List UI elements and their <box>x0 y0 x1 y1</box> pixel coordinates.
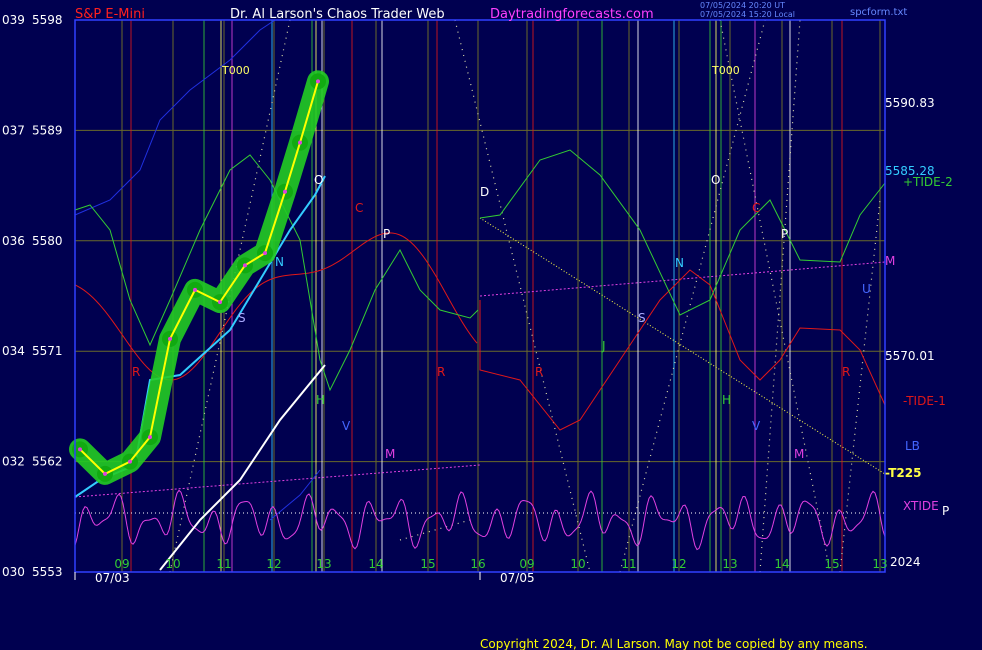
event-marker: R <box>437 365 445 379</box>
hour-tick-label: 10 <box>165 557 180 571</box>
lb-label: LB <box>905 439 920 453</box>
price-tick-label: 5598 <box>32 13 63 27</box>
price-line <box>79 81 319 476</box>
price-point <box>148 435 152 440</box>
angle-tick-label: 039 <box>2 13 25 27</box>
price-point <box>218 300 222 305</box>
copyright: Copyright 2024, Dr. Al Larson. May not b… <box>480 637 868 650</box>
blue-curve <box>74 19 276 216</box>
event-marker: S <box>238 311 246 325</box>
site-url: Daytradingforecasts.com <box>490 7 654 22</box>
event-marker: N <box>275 255 284 269</box>
price-tick-label: 5589 <box>32 123 63 137</box>
file-name: spcform.txt <box>850 7 907 18</box>
angle-tick-label: 032 <box>2 455 25 469</box>
hour-tick-label: 14 <box>368 557 383 571</box>
hour-tick-label: 13 <box>722 557 737 571</box>
event-marker: H <box>722 393 731 407</box>
price-point <box>128 459 132 464</box>
chaos-chart: S&P E-Mini Dr. Al Larson's Chaos Trader W… <box>2 1 953 650</box>
right-p-label: P <box>942 504 949 518</box>
event-marker: O <box>314 173 323 187</box>
event-marker: P <box>781 227 788 241</box>
event-marker: P <box>383 227 390 241</box>
price-point <box>78 447 82 452</box>
hour-tick-label: 10 <box>570 557 585 571</box>
diagonal-dots <box>719 19 831 573</box>
event-marker: R <box>132 365 140 379</box>
red-tide-curve-right <box>479 269 886 431</box>
right-u-label: U <box>862 282 871 296</box>
event-marker: D <box>480 185 489 199</box>
site-title: Dr. Al Larson's Chaos Trader Web <box>230 7 445 22</box>
t000-right: T000 <box>711 64 740 77</box>
event-marker: R <box>535 365 543 379</box>
hour-tick-label: 12 <box>266 557 281 571</box>
event-marker: V <box>752 419 761 433</box>
price-point <box>263 251 267 256</box>
xtide-oscillator <box>74 489 886 551</box>
diagonal-dots <box>839 199 881 573</box>
tide1-label: -TIDE-1 <box>903 394 946 408</box>
price-tick-label: 5571 <box>32 344 63 358</box>
instrument-title: S&P E-Mini <box>75 7 145 22</box>
right-price-low: 5570.01 <box>885 349 935 363</box>
hour-tick-label: 11 <box>216 557 231 571</box>
event-marker: M <box>794 447 804 461</box>
diagonal-dots <box>454 19 591 573</box>
price-point <box>316 79 320 84</box>
date-label-0705: 07/05 <box>500 571 535 585</box>
event-marker: H <box>316 393 325 407</box>
event-marker: S <box>638 311 646 325</box>
event-marker: C <box>752 201 760 215</box>
hour-tick-label: 12 <box>671 557 686 571</box>
price-tick-label: 5553 <box>32 565 63 579</box>
hour-tick-label: 11 <box>621 557 636 571</box>
angle-tick-label: 036 <box>2 234 25 248</box>
price-point <box>103 471 107 476</box>
right-price-high: 5590.83 <box>885 96 935 110</box>
angle-tick-label: 030 <box>2 565 25 579</box>
price-tick-label: 5580 <box>32 234 63 248</box>
hour-tick-label: 09 <box>114 557 129 571</box>
event-marker: O <box>711 173 720 187</box>
tide2-label: +TIDE-2 <box>903 175 953 189</box>
event-marker: C <box>355 201 363 215</box>
white-line <box>159 364 326 571</box>
hour-tick-label: 16 <box>470 557 485 571</box>
hour-tick-label: 13 <box>872 557 887 571</box>
price-point <box>168 336 172 341</box>
event-marker: R <box>842 365 850 379</box>
price-band <box>69 70 329 485</box>
event-marker: N <box>675 256 684 270</box>
price-point <box>283 189 287 194</box>
t000-left: T000 <box>221 64 250 77</box>
timestamp-local: 07/05/2024 15:20 Local <box>700 10 795 19</box>
event-marker: M <box>385 447 395 461</box>
price-point <box>243 263 247 268</box>
diagonal-dots <box>619 19 766 573</box>
year-label: 2024 <box>890 555 921 569</box>
angle-tick-label: 037 <box>2 123 25 137</box>
green-tide-curve-right <box>479 149 886 316</box>
angle-tick-label: 034 <box>2 344 25 358</box>
t225-label: -T225 <box>885 466 921 480</box>
chart-screen: S&P E-Mini Dr. Al Larson's Chaos Trader W… <box>0 0 982 650</box>
hour-tick-label: 09 <box>519 557 534 571</box>
date-label-0703: 07/03 <box>95 571 130 585</box>
hour-tick-label: 13 <box>316 557 331 571</box>
price-point <box>298 140 302 145</box>
price-tick-label: 5562 <box>32 455 63 469</box>
xtide-label: XTIDE <box>903 499 939 513</box>
hour-tick-label: 14 <box>774 557 789 571</box>
price-point <box>193 287 197 292</box>
right-m-label: M <box>885 254 895 268</box>
cyan-curve <box>74 175 326 498</box>
hour-tick-label: 15 <box>420 557 435 571</box>
event-marker: J <box>601 339 606 353</box>
hour-tick-label: 15 <box>824 557 839 571</box>
event-marker: V <box>342 419 351 433</box>
timestamp-ut: 07/05/2024 20:20 UT <box>700 1 785 10</box>
diagonal-dots <box>759 19 801 573</box>
